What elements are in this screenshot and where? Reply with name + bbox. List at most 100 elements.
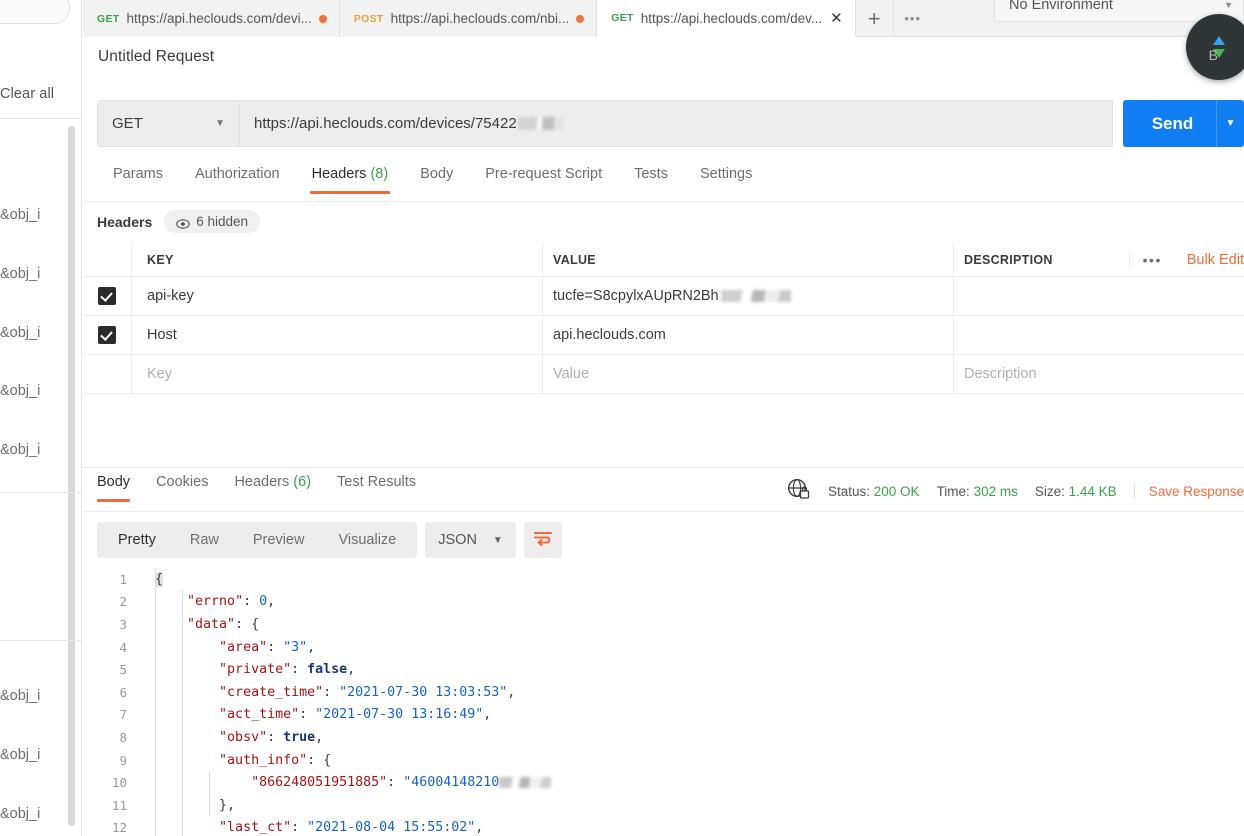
format-label: JSON [438, 532, 477, 548]
view-mode-preview[interactable]: Preview [236, 522, 322, 558]
code-token: }, [219, 797, 236, 813]
description-input-placeholder[interactable]: Description [964, 366, 1037, 382]
code-line: 9 "auth_info": { [83, 749, 1244, 772]
tab-params[interactable]: Params [97, 166, 179, 192]
tab-body[interactable]: Body [404, 166, 469, 192]
hidden-headers-toggle[interactable]: 6 hidden [164, 210, 261, 233]
tab-label: Body [97, 474, 131, 490]
list-item[interactable]: &obj_i [0, 325, 81, 341]
header-key-cell[interactable]: Host [147, 327, 177, 343]
send-options-caret-icon[interactable]: ▼ [1216, 100, 1244, 147]
tab-count: (6) [293, 474, 312, 490]
code-token: , [475, 820, 484, 836]
method-select[interactable]: GET ▼ [97, 100, 239, 147]
format-select[interactable]: JSON ▼ [425, 522, 516, 558]
header-key-cell[interactable]: api-key [147, 288, 194, 304]
response-body-code[interactable]: 1{2 "errno": 0, 3 "data": {4 "area": "3",… [83, 568, 1244, 836]
redacted-url-segment [517, 117, 564, 130]
save-response-button[interactable]: Save Response [1133, 484, 1244, 499]
view-mode-visualize[interactable]: Visualize [321, 522, 413, 558]
code-token: , [267, 594, 276, 610]
table-row-placeholder[interactable]: Key Value Description [83, 355, 1244, 394]
header-value-cell[interactable]: tucfe=S8cpylxAUpRN2Bh [553, 288, 719, 304]
list-item[interactable]: &obj_i [0, 266, 81, 282]
code-token: 0 [259, 594, 268, 610]
divider [0, 492, 81, 493]
close-icon[interactable]: ✕ [829, 11, 843, 26]
response-divider[interactable] [83, 467, 1244, 468]
tab-label: Headers [234, 474, 290, 490]
sidebar-history-panel: Clear all &obj_i &obj_i &obj_i &obj_i &o… [0, 0, 82, 836]
list-item[interactable]: &obj_i [0, 688, 81, 704]
response-status-bar: Status: 200 OK Time: 302 ms Size: 1.44 K… [787, 478, 1244, 505]
code-token: : { [235, 616, 260, 632]
list-item[interactable]: &obj_i [0, 806, 81, 822]
row-checkbox[interactable] [98, 287, 116, 305]
secure-globe-icon [787, 478, 811, 505]
tab-overflow-menu-icon[interactable]: ••• [894, 0, 932, 37]
sidebar-search-input[interactable] [0, 0, 70, 24]
line-number: 10 [111, 775, 127, 791]
tab-name-label: https://api.heclouds.com/devi... [126, 11, 312, 26]
wrap-lines-button[interactable] [523, 522, 562, 558]
tab-method-label: GET [611, 12, 634, 24]
tab-tests[interactable]: Tests [618, 166, 684, 192]
send-label: Send [1151, 113, 1194, 133]
header-value-cell[interactable]: api.heclouds.com [553, 327, 666, 343]
line-number: 2 [119, 594, 127, 610]
list-item[interactable]: &obj_i [0, 442, 81, 458]
tab-method-label: POST [353, 12, 384, 25]
code-token: : { [307, 752, 332, 768]
view-mode-raw[interactable]: Raw [173, 522, 236, 558]
list-item[interactable]: &obj_i [0, 747, 81, 763]
list-item[interactable]: &obj_i [0, 207, 81, 223]
bulk-edit-button[interactable]: Bulk Edit [1175, 252, 1244, 268]
code-line: 3 "data": { [83, 613, 1244, 636]
postman-window: Clear all &obj_i &obj_i &obj_i &obj_i &o… [0, 0, 1244, 836]
code-line: 7 "act_time": "2021-07-30 13:16:49", [83, 704, 1244, 727]
tab-label: Settings [699, 166, 753, 182]
line-number: 7 [119, 707, 127, 723]
code-token: , [507, 684, 516, 700]
code-token: : [323, 684, 340, 700]
tab-settings[interactable]: Settings [684, 166, 768, 192]
response-section-tabs: Body Cookies Headers (6) Test Results [97, 474, 430, 502]
request-tab-2[interactable]: POST https://api.heclouds.com/nbi... [339, 0, 598, 37]
table-row[interactable]: Host api.heclouds.com [83, 316, 1244, 355]
list-item[interactable]: &obj_i [0, 383, 81, 399]
table-row[interactable]: api-key tucfe=S8cpylxAUpRN2Bh [83, 277, 1244, 316]
request-tab-1[interactable]: GET https://api.heclouds.com/devi... [83, 0, 340, 37]
tab-pre-request-script[interactable]: Pre-request Script [469, 166, 618, 192]
code-line: 12 "last_ct": "2021-08-04 15:55:02", [83, 817, 1244, 836]
tab-name-label: https://api.heclouds.com/dev... [640, 10, 823, 26]
code-token: : [267, 729, 284, 745]
new-tab-button[interactable]: + [856, 0, 894, 37]
response-tab-headers[interactable]: Headers (6) [222, 474, 325, 501]
time-label: Time: [936, 484, 970, 499]
view-mode-pretty[interactable]: Pretty [101, 522, 173, 558]
tab-authorization[interactable]: Authorization [179, 166, 296, 192]
code-token: "private" [219, 662, 292, 678]
code-token: "create_time" [219, 684, 324, 700]
row-checkbox[interactable] [98, 326, 116, 344]
size-badge: Size: 1.44 KB [1035, 484, 1117, 499]
tab-headers[interactable]: Headers (8) [296, 166, 405, 194]
indent-guide [182, 590, 183, 836]
sidebar-scrollbar[interactable] [68, 126, 75, 826]
clear-all-button[interactable]: Clear all [0, 86, 81, 102]
table-header-row: KEY VALUE DESCRIPTION [83, 243, 1244, 277]
response-tab-cookies[interactable]: Cookies [144, 474, 222, 501]
request-tab-3[interactable]: GET https://api.heclouds.com/dev... ✕ [597, 0, 856, 37]
code-text: "data": { [155, 617, 259, 632]
code-text: "area": "3", [155, 640, 315, 655]
send-button[interactable]: Send ▼ [1123, 100, 1244, 147]
response-tab-test-results[interactable]: Test Results [325, 474, 430, 501]
key-input-placeholder[interactable]: Key [147, 366, 172, 382]
url-input[interactable]: https://api.heclouds.com/devices/75422 [239, 100, 1113, 147]
response-tab-body[interactable]: Body [97, 474, 144, 502]
line-number: 5 [119, 662, 127, 678]
value-input-placeholder[interactable]: Value [553, 366, 589, 382]
line-number: 8 [119, 729, 127, 745]
headers-more-icon[interactable]: ••• [1128, 252, 1175, 268]
code-token: "errno" [187, 594, 244, 610]
